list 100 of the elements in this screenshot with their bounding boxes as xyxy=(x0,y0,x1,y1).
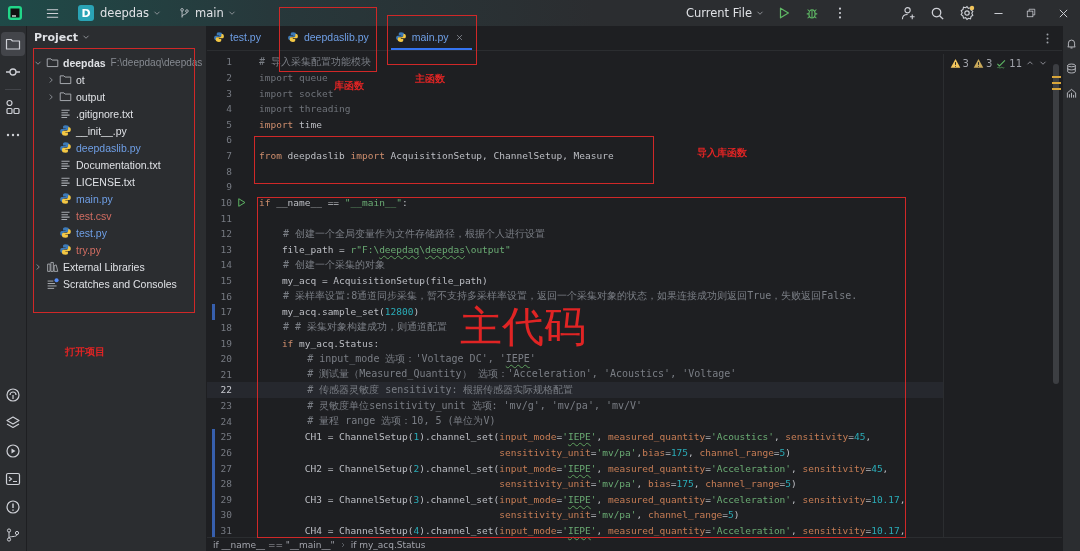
code-line: # 灵敏度单位sensitivity_unit 选项: 'mv/g', 'mv/pa', 'mv/V' xyxy=(306,398,643,413)
breadcrumb[interactable]: if __name__ == "__main__" xyxy=(213,539,335,550)
line-number: 23 xyxy=(219,400,232,412)
panel-title[interactable]: Project xyxy=(34,30,79,44)
tree-item[interactable]: Scratches and Consoles xyxy=(63,277,177,290)
run-icon[interactable] xyxy=(236,196,247,208)
folder-icon[interactable] xyxy=(1,32,25,56)
warning-count: 3 xyxy=(962,57,969,69)
project-selector[interactable]: D deepdas xyxy=(73,3,168,23)
line-number: 29 xyxy=(219,493,232,505)
tree-item[interactable]: __init__.py xyxy=(76,124,127,137)
run-icon[interactable] xyxy=(777,6,791,20)
code-line: import time xyxy=(259,118,322,130)
line-number: 24 xyxy=(219,415,232,427)
inspection-widget[interactable]: 3 3 11 xyxy=(944,55,1050,71)
line-number: 27 xyxy=(219,462,232,474)
line-number: 4 xyxy=(225,103,232,115)
warning-icon xyxy=(949,57,961,69)
tree-item[interactable]: deepdaslib.py xyxy=(76,141,141,154)
debug-icon[interactable] xyxy=(805,6,819,20)
text-file-icon xyxy=(59,107,72,120)
database-icon[interactable] xyxy=(1066,63,1077,74)
code-line: import queue xyxy=(259,71,328,83)
tree-item[interactable]: deepdas xyxy=(63,56,106,69)
branch-selector[interactable]: main xyxy=(173,4,242,22)
change-marker[interactable] xyxy=(212,475,215,492)
run-configuration-selector[interactable]: Current File xyxy=(680,4,770,22)
code-line: # input_mode 选项：'Voltage DC', 'IEPE' xyxy=(306,351,536,366)
line-number: 18 xyxy=(219,321,232,333)
change-marker[interactable] xyxy=(212,522,215,539)
code-line: my_acq.sample_set(12800) xyxy=(280,306,420,318)
tree-item[interactable]: .gitignore.txt xyxy=(76,107,134,120)
code-line: if my_acq.Status: xyxy=(280,337,380,349)
change-marker[interactable] xyxy=(212,460,215,476)
branch-icon xyxy=(178,6,192,20)
python-file-icon xyxy=(394,31,407,43)
annotation-label: 打开项目 xyxy=(65,346,105,358)
tree-item[interactable]: try.py xyxy=(76,243,101,256)
line-number: 17 xyxy=(219,306,232,318)
settings-icon[interactable] xyxy=(959,5,975,21)
file-tab[interactable]: test.py xyxy=(209,26,269,50)
line-number: 26 xyxy=(219,446,232,458)
close-icon[interactable] xyxy=(454,32,464,42)
text-file-icon xyxy=(59,175,72,188)
add-user-icon[interactable] xyxy=(901,5,916,21)
line-number: 30 xyxy=(219,509,232,521)
change-marker[interactable] xyxy=(212,429,215,445)
code-line: sensitivity_unit='mv/pa', bias=175, channel_range=5) xyxy=(498,478,797,490)
code-line: # 测试量（Measured_Quantity） 选项：'Acceleration', 'Acoustics', 'Voltage' xyxy=(306,367,737,382)
tree-item[interactable]: test.csv xyxy=(76,209,112,222)
line-number: 20 xyxy=(219,353,232,365)
chart-icon[interactable] xyxy=(1066,88,1077,99)
scratches-icon xyxy=(46,277,59,290)
warning-count: 3 xyxy=(985,57,993,69)
breadcrumb[interactable]: if my_acq.Status xyxy=(350,539,426,550)
project-name: deepdas xyxy=(100,6,150,20)
file-tab[interactable]: deepdaslib.py xyxy=(282,26,377,50)
tree-item[interactable]: LICENSE.txt xyxy=(76,175,135,188)
python-file-icon xyxy=(59,226,72,239)
tree-item[interactable]: ot xyxy=(76,73,85,86)
code-line: from deepdaslib import AcquisitionSetup, ChannelSetup, Measure xyxy=(259,150,614,162)
app-logo-icon[interactable] xyxy=(7,5,23,21)
branch-name: main xyxy=(195,6,224,20)
bell-icon[interactable] xyxy=(1066,38,1077,49)
annotation-label: 主代码 xyxy=(460,302,586,353)
tree-item[interactable]: External Libraries xyxy=(63,260,145,273)
code-line: if __name__ == "__main__": xyxy=(259,196,408,208)
tree-item[interactable]: Documentation.txt xyxy=(76,158,161,171)
warning-stripes xyxy=(1052,76,1061,90)
code-line: my_acq = AcquisitionSetup(file_path) xyxy=(280,275,488,287)
folder-icon xyxy=(59,90,72,103)
code-line: CH3 = ChannelSetup(3).channel_set(input_mode='IEPE', measured_quantity='Acceleration', sensitivity=10.17, xyxy=(303,493,906,505)
search-icon[interactable] xyxy=(930,5,945,21)
line-number: 14 xyxy=(219,259,232,271)
code-line: sensitivity_unit='mv/pa', channel_range=5) xyxy=(498,509,740,521)
change-marker[interactable] xyxy=(212,507,215,523)
change-marker[interactable] xyxy=(212,444,215,461)
tree-item[interactable]: output xyxy=(76,90,106,103)
line-number: 10 xyxy=(219,196,232,208)
typo-count: 11 xyxy=(1009,57,1022,69)
file-tab[interactable]: main.py xyxy=(390,26,472,50)
line-number: 2 xyxy=(225,71,232,83)
python-file-icon xyxy=(59,243,72,256)
restore-icon[interactable] xyxy=(1025,7,1037,19)
tree-item[interactable]: test.py xyxy=(76,226,107,239)
change-marker[interactable] xyxy=(212,304,215,320)
library-icon xyxy=(46,260,59,273)
python-file-icon xyxy=(59,141,72,154)
code-line: CH1 = ChannelSetup(1).channel_set(input_mode='IEPE', measured_quantity='Acoustics', sensitivity=45, xyxy=(303,431,872,443)
code-line: CH4 = ChannelSetup(4).channel_set(input_mode='IEPE', measured_quantity='Acceleration', sensitivity=10.17, xyxy=(303,525,906,537)
code-line: CH2 = ChannelSetup(2).channel_set(input_mode='IEPE', measured_quantity='Acceleration', sensitivity=45, xyxy=(303,462,889,474)
annotation-label: 主函数 xyxy=(415,73,445,85)
code-line: import threading xyxy=(259,103,351,115)
tree-item[interactable]: main.py xyxy=(76,192,113,205)
line-number: 15 xyxy=(219,275,232,287)
annotation-label: 库函数 xyxy=(334,80,364,92)
folder-icon xyxy=(59,73,72,86)
annotation-label: 导入库函数 xyxy=(697,147,747,159)
scrollbar-thumb[interactable] xyxy=(1053,64,1059,384)
change-marker[interactable] xyxy=(212,491,215,508)
